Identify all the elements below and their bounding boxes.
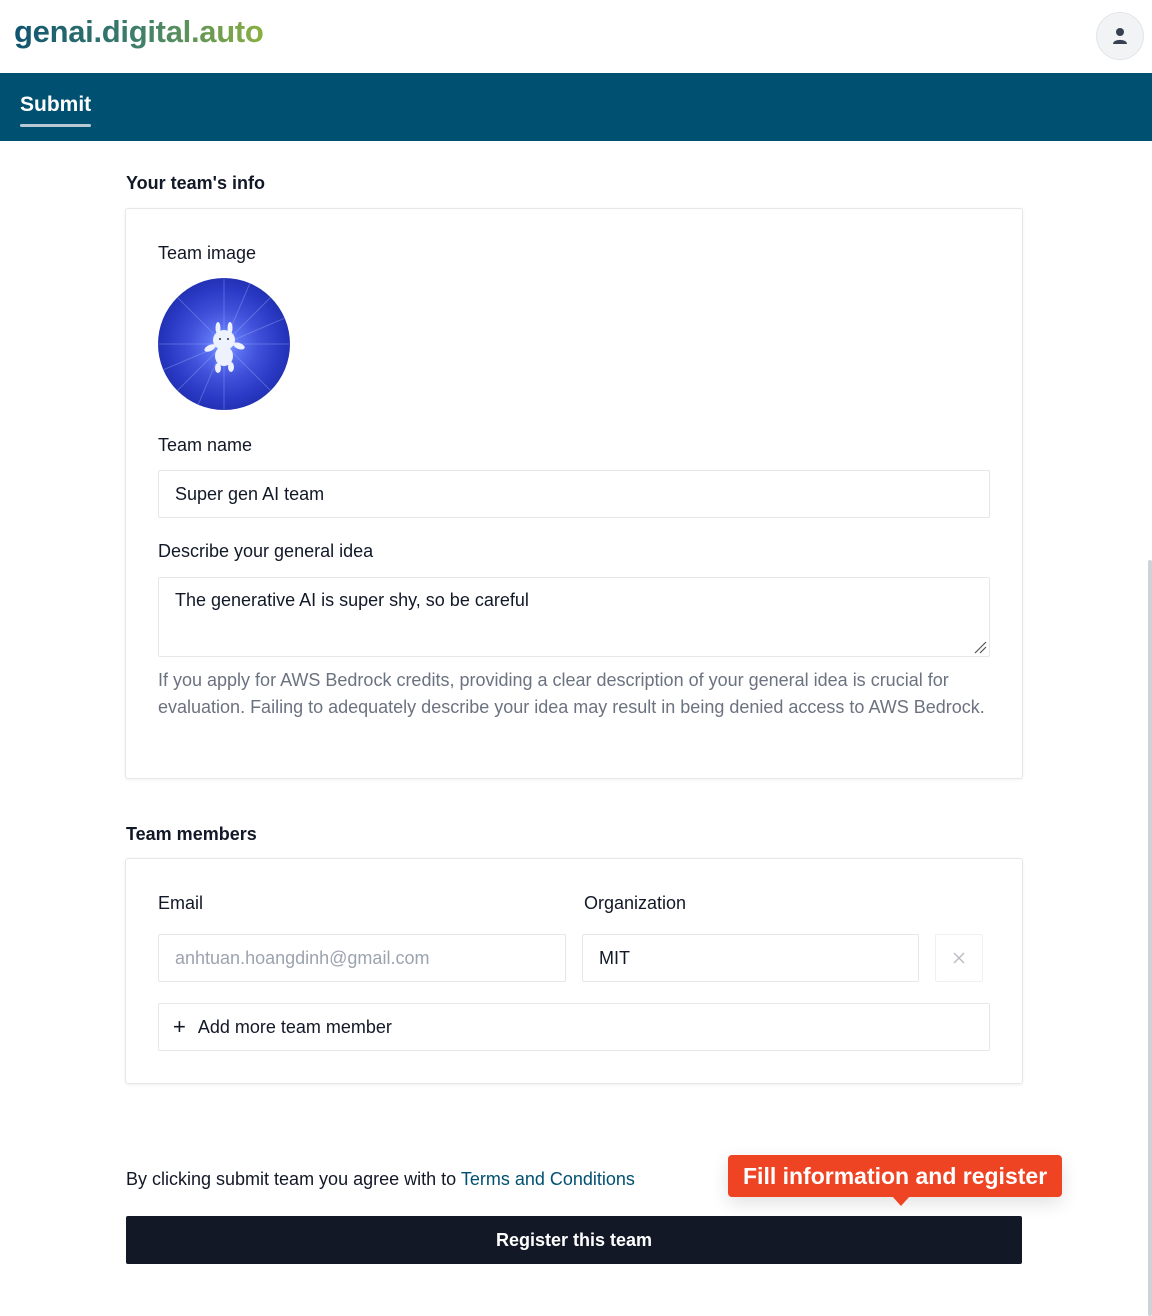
resize-handle-icon[interactable]: [973, 640, 987, 654]
top-bar: genai.digital.auto: [0, 0, 1152, 73]
terms-notice: By clicking submit team you agree with t…: [126, 1169, 635, 1190]
tab-submit[interactable]: Submit: [20, 93, 91, 117]
register-team-button[interactable]: Register this team: [126, 1216, 1022, 1264]
user-icon: [1113, 28, 1127, 44]
idea-textarea[interactable]: The generative AI is super shy, so be ca…: [158, 577, 990, 657]
member-email-input: anhtuan.hoangdinh@gmail.com: [158, 934, 566, 982]
plus-icon: +: [173, 1014, 186, 1039]
add-member-button[interactable]: + Add more team member: [158, 1003, 990, 1051]
member-organization-input[interactable]: MIT: [582, 934, 919, 982]
scrollbar[interactable]: [1148, 560, 1152, 1316]
team-members-title: Team members: [126, 824, 257, 844]
tooltip-arrow: [892, 1196, 910, 1206]
team-name-label: Team name: [158, 435, 253, 455]
team-image[interactable]: [158, 278, 290, 410]
team-image-artwork: [158, 278, 290, 410]
active-tab-indicator: [20, 124, 91, 127]
email-column-header: Email: [158, 893, 204, 913]
organization-column-header: Organization: [584, 893, 687, 913]
team-info-card: Team image Team name Super gen AI team D…: [125, 208, 1023, 779]
terms-link[interactable]: Terms and Conditions: [461, 1169, 635, 1189]
register-tooltip: Fill information and register: [728, 1155, 1063, 1197]
team-info-title: Your team's info: [126, 173, 265, 193]
tab-bar: Submit: [0, 73, 1152, 141]
add-member-label: Add more team member: [197, 1016, 392, 1037]
idea-label: Describe your general idea: [158, 541, 374, 561]
idea-text: The generative AI is super shy, so be ca…: [175, 590, 529, 610]
team-members-card: Email Organization anhtuan.hoangdinh@gma…: [125, 858, 1023, 1084]
close-icon: [953, 952, 965, 964]
remove-member-button[interactable]: [935, 934, 983, 982]
user-menu-button[interactable]: [1096, 12, 1144, 60]
team-image-label: Team image: [158, 243, 257, 263]
team-name-input[interactable]: Super gen AI team: [158, 470, 990, 518]
idea-helper-text: If you apply for AWS Bedrock credits, pr…: [158, 670, 985, 717]
terms-prefix: By clicking submit team you agree with t…: [126, 1169, 457, 1189]
app-logo[interactable]: genai.digital.auto: [14, 14, 264, 50]
